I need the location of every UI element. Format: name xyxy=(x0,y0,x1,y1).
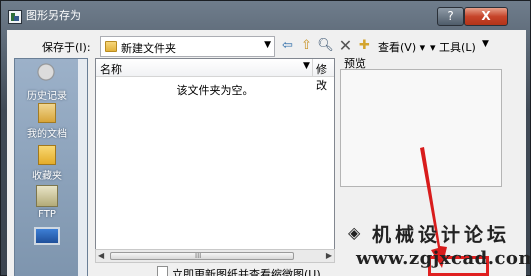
close-button[interactable]: X xyxy=(464,7,508,26)
place-label: 收藏夹 xyxy=(32,171,62,182)
history-icon xyxy=(36,63,58,85)
place-my-documents[interactable]: 我的文档 xyxy=(15,103,79,140)
place-label: 我的文档 xyxy=(27,129,67,140)
help-button[interactable]: ? xyxy=(437,7,464,26)
place-label: 历史记录 xyxy=(27,91,67,102)
horizontal-scrollbar[interactable]: ◀ III ▶ xyxy=(95,249,335,263)
search-icon[interactable]: 🔍︎ xyxy=(317,37,334,55)
tools-menu-label: 工具(L) xyxy=(439,41,476,54)
title-bar: 图形另存为 ? X xyxy=(1,1,530,29)
file-list[interactable]: 名称 ˆ ▼ 修改 该文件夹为空。 xyxy=(95,58,335,263)
delete-icon[interactable]: ✕ xyxy=(337,37,354,55)
chevron-down-icon[interactable]: ▼ xyxy=(264,40,271,50)
place-history[interactable]: 历史记录 xyxy=(15,63,79,102)
preview-pane xyxy=(340,69,502,187)
empty-folder-message: 该文件夹为空。 xyxy=(176,84,254,97)
place-desktop[interactable] xyxy=(15,227,79,245)
scrollbar-grip: III xyxy=(195,252,202,260)
folder-icon xyxy=(105,41,117,52)
up-folder-icon[interactable]: ⇧ xyxy=(298,37,315,55)
documents-icon xyxy=(38,103,56,123)
column-header-row: 名称 ˆ ▼ 修改 xyxy=(96,58,334,92)
place-label: FTP xyxy=(38,209,56,220)
desktop-icon xyxy=(34,227,60,245)
places-sidebar: 历史记录 我的文档 收藏夹 FTP xyxy=(14,58,88,276)
save-in-value: 新建文件夹 xyxy=(121,42,176,55)
update-thumbnail-label: 立即更新图纸并查看缩微图(U) xyxy=(172,268,321,276)
scroll-right-icon[interactable]: ▶ xyxy=(326,250,332,262)
favorites-icon xyxy=(38,145,56,165)
autocad-app-icon xyxy=(8,10,22,24)
view-menu-button[interactable]: 查看(V) ▾ xyxy=(378,39,425,55)
column-header-name[interactable]: 名称 xyxy=(100,61,122,77)
sort-ascending-icon: ˆ xyxy=(200,58,205,68)
save-in-combobox[interactable]: 新建文件夹 ▼ xyxy=(100,36,275,57)
place-favorites[interactable]: 收藏夹 xyxy=(15,145,79,182)
watermark-url: www.zgjxcad.com xyxy=(356,248,531,269)
scrollbar-thumb[interactable]: III xyxy=(110,252,294,260)
ftp-icon xyxy=(36,185,58,207)
place-ftp[interactable]: FTP xyxy=(15,185,79,220)
new-folder-icon[interactable]: ✚ xyxy=(356,37,373,55)
places-scrollbar[interactable] xyxy=(78,59,87,276)
save-in-label: 保存于(I): xyxy=(42,41,91,54)
watermark-logo-icon: ◈ xyxy=(348,223,361,242)
view-menu-label: 查看(V) xyxy=(378,41,417,54)
chevron-down-icon[interactable]: ▼ xyxy=(482,39,489,49)
scroll-left-icon[interactable]: ◀ xyxy=(98,250,104,262)
update-thumbnail-checkbox[interactable] xyxy=(157,266,168,276)
watermark: ◈ 机械设计论坛 www.zgjxcad.com xyxy=(340,218,531,276)
column-divider[interactable] xyxy=(312,59,313,77)
back-arrow-icon[interactable]: ⇦ xyxy=(279,37,296,55)
chevron-down-icon[interactable]: ▼ xyxy=(303,61,310,71)
window-title: 图形另存为 xyxy=(26,9,81,22)
tools-menu-button[interactable]: ▾ 工具(L) xyxy=(430,39,476,55)
watermark-title: 机械设计论坛 xyxy=(372,224,511,246)
